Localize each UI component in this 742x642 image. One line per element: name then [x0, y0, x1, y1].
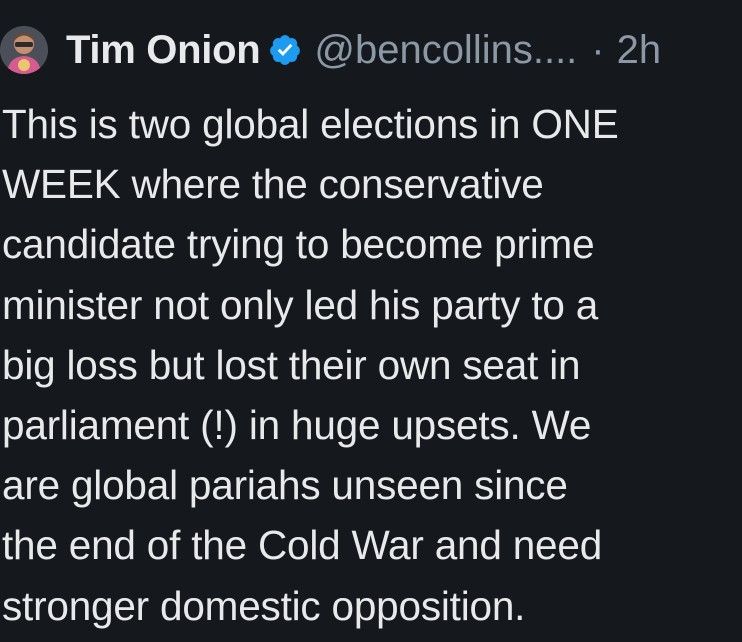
separator-dot: · — [591, 27, 605, 72]
avatar[interactable] — [0, 26, 48, 74]
tweet-text: This is two global elections in ONE WEEK… — [2, 94, 738, 636]
tweet-header: Tim Onion @bencollins.... · 2h — [0, 22, 661, 78]
tweet-text-line: minister not only led his party to a — [2, 281, 599, 328]
tweet-card: Tim Onion @bencollins.... · 2h This is t… — [0, 0, 742, 642]
tweet-text-line: WEEK where the conservative — [2, 161, 544, 208]
tweet-text-line: stronger domestic opposition. — [2, 582, 526, 629]
tweet-text-line: This is two global elections in ONE — [2, 101, 619, 147]
tweet-text-line: candidate trying to become prime — [2, 221, 595, 268]
user-handle[interactable]: @bencollins.... — [314, 28, 577, 73]
timestamp[interactable]: 2h — [617, 28, 662, 73]
tweet-text-line: big loss but lost their own seat in — [2, 341, 581, 388]
avatar-photo-icon — [0, 26, 48, 74]
tweet-text-line: parliament (!) in huge upsets. We — [2, 402, 592, 449]
tweet-text-line: are global pariahs unseen since — [2, 462, 568, 509]
display-name[interactable]: Tim Onion — [66, 28, 261, 73]
tweet-text-line: the end of the Cold War and need — [2, 522, 603, 569]
verified-badge-icon — [270, 35, 301, 65]
